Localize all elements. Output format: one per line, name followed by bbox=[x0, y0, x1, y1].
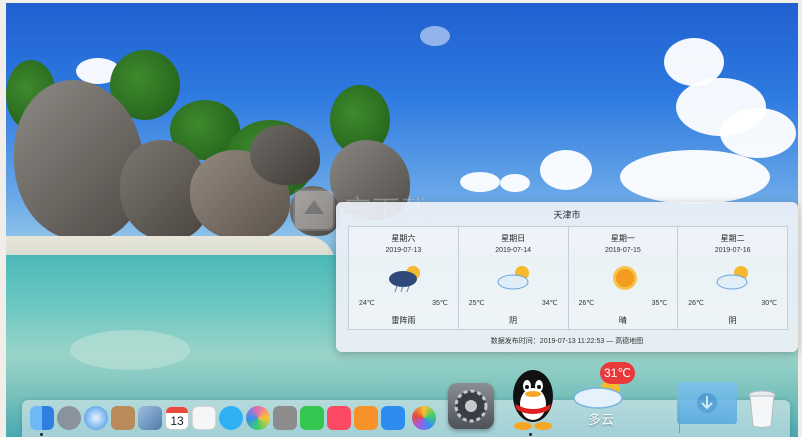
day-condition: 阴 bbox=[509, 316, 518, 325]
forecast-day: 星期日 2019-07-14 25℃ 34℃ 阴 bbox=[459, 227, 569, 329]
high-temp: 34℃ bbox=[541, 300, 558, 307]
publish-separator: — bbox=[606, 338, 614, 345]
calendar-icon[interactable]: 13 bbox=[165, 406, 189, 430]
weather-condition: 多云 bbox=[588, 412, 615, 427]
publish-time: 2019-07-13 11:22:53 bbox=[539, 338, 605, 345]
game-center-icon[interactable] bbox=[246, 406, 270, 430]
window-top-edge bbox=[0, 0, 802, 3]
finder-icon[interactable] bbox=[30, 406, 54, 430]
window-right-edge bbox=[798, 0, 802, 437]
high-temp: 35℃ bbox=[432, 300, 448, 307]
forecast-day: 星期一 2019-07-15 26℃ 35℃ 晴 bbox=[569, 227, 679, 329]
music-icon[interactable] bbox=[327, 406, 351, 430]
weather-widget: 天津市 星期六 2019-07-13 24℃ 35℃ 雷阵雨 星期日 2019-… bbox=[336, 202, 798, 352]
high-temp: 30℃ bbox=[761, 300, 777, 307]
running-indicator bbox=[529, 433, 532, 436]
photos-icon[interactable] bbox=[412, 406, 436, 430]
gear-icon bbox=[454, 389, 488, 423]
forecast-day: 星期六 2019-07-13 24℃ 35℃ 雷阵雨 bbox=[349, 227, 459, 329]
sunny-icon bbox=[612, 266, 637, 290]
calendar-day: 13 bbox=[170, 414, 184, 428]
weather-app-icon[interactable]: 31℃ 多云 bbox=[570, 362, 642, 434]
qq-penguin-icon[interactable] bbox=[505, 366, 561, 432]
download-arrow-icon bbox=[697, 393, 717, 413]
thunderstorm-icon bbox=[389, 266, 420, 293]
day-name: 星期六 bbox=[391, 234, 416, 243]
day-date: 2019-07-14 bbox=[495, 247, 532, 254]
day-name: 星期一 bbox=[610, 234, 635, 243]
system-preferences-icon[interactable] bbox=[448, 383, 494, 429]
day-date: 2019-07-16 bbox=[714, 247, 751, 254]
low-temp: 24℃ bbox=[359, 300, 375, 307]
day-name: 星期日 bbox=[501, 234, 526, 243]
forecast-day: 星期二 2019-07-16 26℃ 30℃ 阴 bbox=[678, 227, 787, 329]
downloads-folder-icon[interactable] bbox=[677, 382, 737, 424]
trash-icon[interactable] bbox=[747, 390, 777, 428]
books-icon[interactable] bbox=[354, 406, 378, 430]
forecast-days: 星期六 2019-07-13 24℃ 35℃ 雷阵雨 星期日 2019-07-1… bbox=[348, 226, 788, 330]
safari-icon[interactable] bbox=[84, 406, 108, 430]
running-indicator bbox=[40, 433, 43, 436]
day-date: 2019-07-13 bbox=[385, 247, 422, 254]
launchpad-icon[interactable] bbox=[57, 406, 81, 430]
partly-cloudy-icon bbox=[716, 266, 749, 290]
low-temp: 26℃ bbox=[578, 300, 595, 307]
temperature-badge: 31℃ bbox=[600, 362, 635, 384]
reminders-icon[interactable] bbox=[192, 406, 216, 430]
publish-info: 数据发布时间：2019-07-13 11:22:53 — 高德地图 bbox=[336, 336, 798, 346]
low-temp: 25℃ bbox=[468, 300, 485, 307]
day-condition: 阴 bbox=[728, 316, 737, 325]
day-date: 2019-07-15 bbox=[604, 247, 641, 254]
photo-preview-icon[interactable] bbox=[138, 406, 162, 430]
photo-booth-icon[interactable] bbox=[273, 406, 297, 430]
day-condition: 雷阵雨 bbox=[391, 316, 416, 325]
app-store-icon[interactable] bbox=[381, 406, 405, 430]
partly-cloudy-icon bbox=[497, 266, 529, 290]
publish-label: 数据发布时间： bbox=[490, 338, 540, 345]
dock: 13 bbox=[22, 400, 790, 437]
data-source: 高德地图 bbox=[615, 338, 644, 345]
facetime-icon[interactable] bbox=[300, 406, 324, 430]
high-temp: 35℃ bbox=[651, 300, 668, 307]
messages-icon[interactable] bbox=[219, 406, 243, 430]
day-name: 星期二 bbox=[720, 234, 745, 243]
low-temp: 26℃ bbox=[688, 300, 704, 307]
window-left-edge bbox=[0, 0, 6, 437]
notes-book-icon[interactable] bbox=[111, 406, 135, 430]
day-condition: 晴 bbox=[618, 316, 627, 325]
city-name: 天津市 bbox=[553, 210, 581, 220]
